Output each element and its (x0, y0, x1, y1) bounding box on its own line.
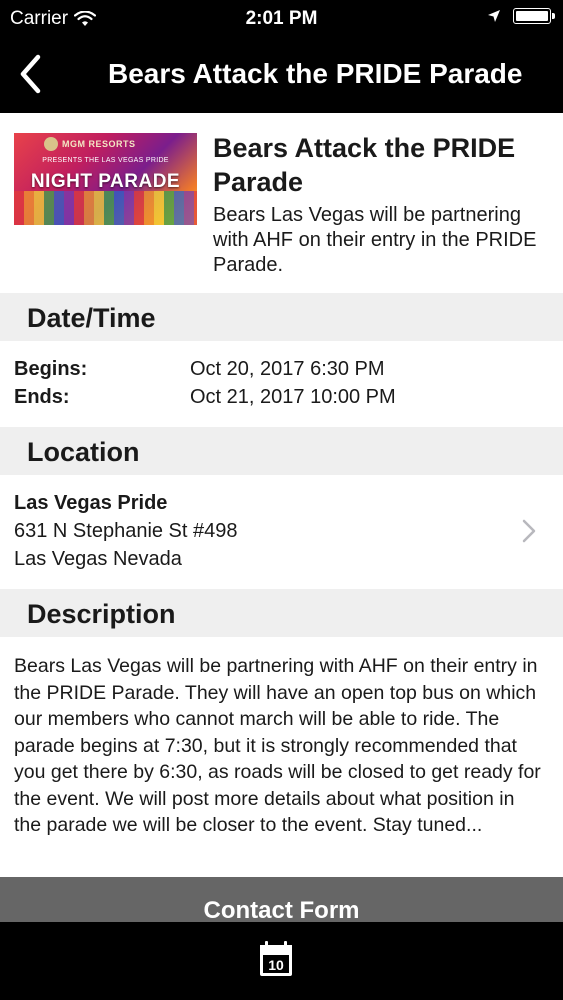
section-header-location: Location (0, 427, 563, 475)
ends-row: Ends: Oct 21, 2017 10:00 PM (0, 386, 563, 414)
location-row[interactable]: Las Vegas Pride 631 N Stephanie St #498 … (0, 475, 563, 587)
calendar-icon[interactable]: 10 (258, 940, 294, 978)
chevron-right-icon (522, 519, 536, 543)
location-arrow-icon (488, 10, 500, 22)
event-thumbnail: MGM RESORTS PRESENTS THE LAS VEGAS PRIDE… (14, 133, 197, 225)
battery-icon (513, 8, 555, 24)
contact-form-label: Contact Form (203, 897, 360, 924)
calendar-day: 10 (268, 957, 284, 973)
status-bar: Carrier 2:01 PM (0, 0, 563, 38)
location-address-line1: 631 N Stephanie St #498 (14, 520, 238, 542)
event-summary: Bears Las Vegas will be partnering with … (213, 204, 537, 276)
thumbnail-subtitle: PRESENTS THE LAS VEGAS PRIDE (42, 157, 169, 164)
thumbnail-brand: MGM RESORTS (62, 139, 136, 149)
ends-label: Ends: (14, 386, 70, 408)
navigation-bar: Bears Attack the PRIDE Parade (0, 38, 563, 113)
begins-value: Oct 20, 2017 6:30 PM (190, 358, 385, 380)
begins-label: Begins: (14, 358, 88, 380)
begins-row: Begins: Oct 20, 2017 6:30 PM (0, 358, 563, 386)
ends-value: Oct 21, 2017 10:00 PM (190, 386, 396, 408)
section-title: Date/Time (27, 303, 156, 333)
section-header-description: Description (0, 589, 563, 637)
location-name: Las Vegas Pride (14, 492, 168, 514)
nav-title: Bears Attack the PRIDE Parade (108, 58, 523, 89)
description-text: Bears Las Vegas will be partnering with … (14, 655, 541, 836)
location-address-line2: Las Vegas Nevada (14, 548, 182, 570)
section-header-date-time: Date/Time (0, 293, 563, 341)
event-title: Bears Attack the PRIDE Parade (213, 133, 516, 197)
thumbnail-headline: NIGHT PARADE (30, 171, 181, 192)
section-title: Description (27, 599, 176, 629)
back-button[interactable] (8, 52, 52, 96)
tab-bar: 10 (0, 922, 563, 1000)
section-title: Location (27, 437, 140, 467)
date-time-block: Begins: Oct 20, 2017 6:30 PM Ends: Oct 2… (0, 341, 563, 425)
status-time: 2:01 PM (245, 8, 318, 29)
status-right (487, 8, 555, 24)
mgm-lion-icon (44, 137, 58, 151)
event-detail-screen: Carrier 2:01 PM Bears Attack the PRIDE P… (0, 0, 563, 1000)
description-block: Bears Las Vegas will be partnering with … (0, 637, 563, 877)
event-header: MGM RESORTS PRESENTS THE LAS VEGAS PRIDE… (0, 113, 563, 293)
chevron-left-icon (20, 54, 41, 94)
